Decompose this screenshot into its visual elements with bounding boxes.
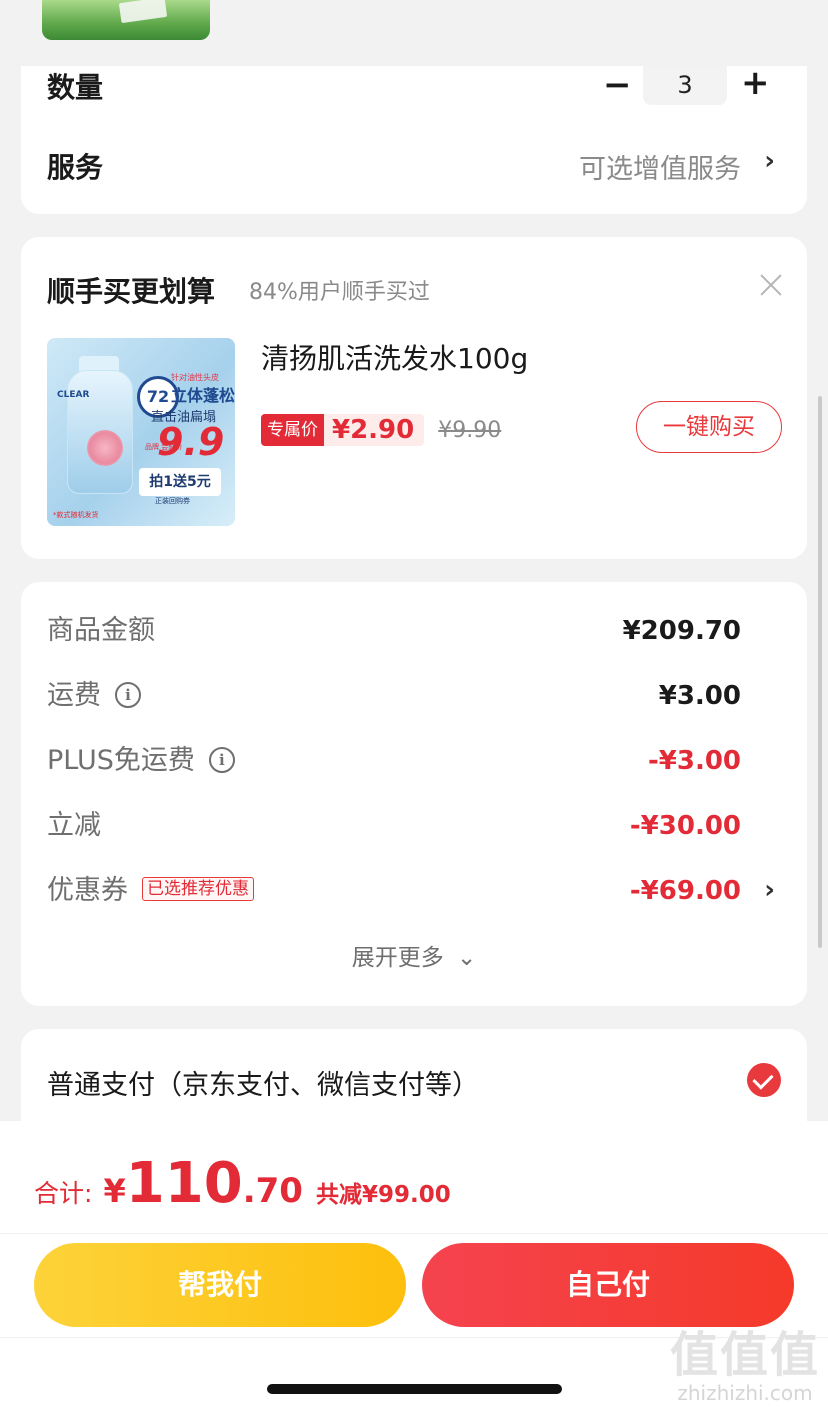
summary-row-goods: 商品金额 ¥209.70 bbox=[47, 611, 741, 651]
summary-label: 立减 bbox=[47, 810, 101, 841]
summary-label: PLUS免运费 bbox=[47, 745, 195, 776]
help-me-pay-button[interactable]: 帮我付 bbox=[34, 1243, 406, 1327]
scrollbar[interactable] bbox=[818, 396, 822, 948]
total-price: 合计: ¥110.70 共减¥99.00 bbox=[34, 1151, 451, 1216]
total-label: 合计: bbox=[34, 1179, 93, 1208]
quantity-label: 数量 bbox=[47, 71, 104, 104]
addon-product-name[interactable]: 清扬肌活洗发水100g bbox=[261, 337, 528, 377]
summary-value: ¥209.70 bbox=[622, 616, 741, 646]
summary-label: 优惠券 bbox=[47, 875, 128, 906]
one-click-buy-button[interactable]: 一键购买 bbox=[636, 401, 782, 453]
product-image-promo: 拍1送5元 bbox=[139, 468, 221, 496]
summary-label: 运费 bbox=[47, 680, 101, 711]
addon-subtitle: 84%用户顺手买过 bbox=[249, 280, 430, 305]
summary-row-discount: 立减 -¥30.00 bbox=[47, 806, 741, 846]
expand-more-button[interactable]: 展开更多 ⌄ bbox=[21, 938, 807, 972]
watermark-logo: 值值值 bbox=[669, 1327, 820, 1383]
summary-value: ¥3.00 bbox=[658, 681, 741, 711]
addon-card: 顺手买更划算 84%用户顺手买过 CLEAR 72 针对油性头皮 立体蓬松 直击… bbox=[21, 237, 807, 559]
exclusive-price-tag: 专属价 bbox=[261, 414, 324, 446]
top-strip bbox=[0, 0, 828, 66]
exclusive-price: ¥2.90 bbox=[324, 414, 425, 446]
quantity-input[interactable]: 3 bbox=[643, 66, 727, 105]
total-savings: 共减¥99.00 bbox=[316, 1182, 451, 1208]
checked-icon[interactable] bbox=[747, 1063, 781, 1097]
service-value[interactable]: 可选增值服务 bbox=[579, 147, 741, 186]
close-icon[interactable] bbox=[759, 273, 783, 297]
product-image-footer: *款式随机发货 bbox=[53, 511, 99, 519]
coupon-recommended-tag: 已选推荐优惠 bbox=[142, 876, 254, 901]
summary-row-shipping: 运费 i ¥3.00 bbox=[47, 676, 741, 716]
order-options-card: 数量 − 3 + 服务 可选增值服务 › bbox=[21, 66, 807, 214]
summary-row-plus-shipping: PLUS免运费 i -¥3.00 bbox=[47, 741, 741, 781]
total-decimal: .70 bbox=[242, 1171, 303, 1211]
quantity-increase-button[interactable]: + bbox=[741, 66, 770, 100]
product-thumbnail[interactable] bbox=[42, 0, 210, 40]
pay-myself-button[interactable]: 自己付 bbox=[422, 1243, 794, 1327]
home-indicator[interactable] bbox=[267, 1384, 562, 1394]
addon-title: 顺手买更划算 bbox=[47, 275, 216, 308]
checkout-bar: 合计: ¥110.70 共减¥99.00 帮我付 自己付 值值值 zhizhiz… bbox=[0, 1121, 828, 1411]
watermark: 值值值 zhizhizhi.com bbox=[670, 1329, 820, 1405]
summary-value: -¥30.00 bbox=[629, 811, 741, 841]
product-brand-logo: CLEAR bbox=[57, 390, 90, 400]
payment-option-label: 普通支付（京东支付、微信支付等） bbox=[47, 1070, 479, 1101]
original-price: ¥9.90 bbox=[438, 417, 502, 443]
total-currency: ¥ bbox=[103, 1172, 126, 1210]
addon-product-image[interactable]: CLEAR 72 针对油性头皮 立体蓬松 直击油扁塌 9.9 品牌 尝鲜价 拍1… bbox=[47, 338, 235, 526]
service-chevron-icon[interactable]: › bbox=[764, 146, 775, 176]
addon-price-group: 专属价 ¥2.90 ¥9.90 bbox=[261, 413, 501, 447]
watermark-url: zhizhizhi.com bbox=[677, 1381, 813, 1405]
expand-more-label: 展开更多 bbox=[351, 945, 444, 971]
summary-value: -¥69.00 bbox=[629, 876, 741, 906]
product-image-promo-sub: 正装回购券 bbox=[155, 497, 190, 505]
coupon-chevron-icon[interactable]: › bbox=[764, 875, 775, 905]
total-integer: 110 bbox=[125, 1151, 243, 1216]
summary-row-coupon[interactable]: 优惠券 已选推荐优惠 -¥69.00 bbox=[47, 871, 741, 911]
summary-value: -¥3.00 bbox=[647, 746, 741, 776]
divider bbox=[0, 1233, 828, 1234]
service-label: 服务 bbox=[47, 151, 104, 184]
info-icon[interactable]: i bbox=[115, 681, 141, 708]
quantity-decrease-button[interactable]: − bbox=[603, 68, 632, 102]
summary-label: 商品金额 bbox=[47, 615, 155, 646]
info-icon[interactable]: i bbox=[208, 746, 235, 773]
chevron-down-icon: ⌄ bbox=[457, 945, 477, 971]
product-image-headline: 立体蓬松 bbox=[171, 386, 235, 405]
product-image-brand-tag: 品牌 尝鲜价 bbox=[145, 443, 183, 451]
price-summary-card: 商品金额 ¥209.70 运费 i ¥3.00 PLUS免运费 i -¥3.00 立… bbox=[21, 582, 807, 1006]
